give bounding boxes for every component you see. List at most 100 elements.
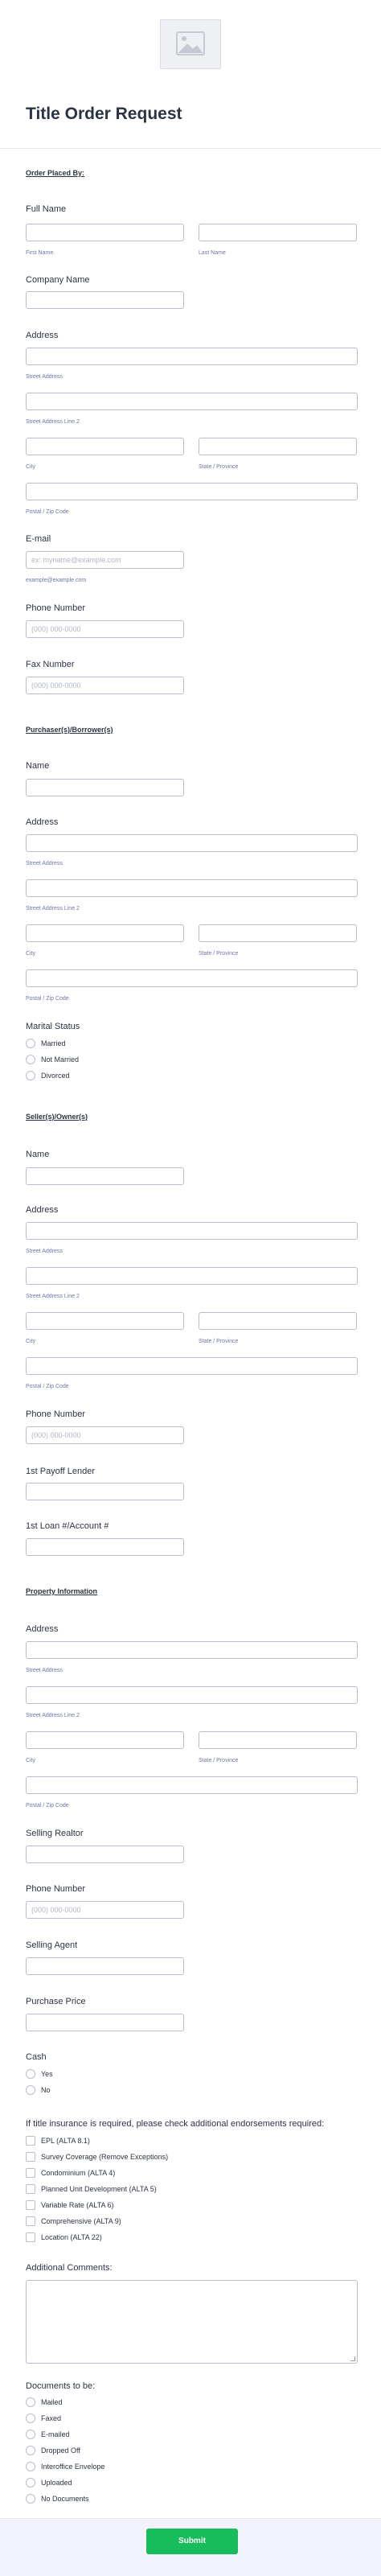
documents-option-label: Mailed [41,2398,63,2406]
city-input[interactable] [26,438,184,455]
seller-name-input[interactable] [26,1167,184,1185]
marital-radio-not-married[interactable] [26,1055,35,1064]
purchaser-name-label: Name [26,761,50,771]
purchaser-street-2-input[interactable] [26,879,358,897]
first-name-input[interactable] [26,224,184,241]
street-address-2-sublabel: Street Address Line 2 [26,419,80,425]
selling-agent-label: Selling Agent [26,1940,78,1950]
endorsement-option-label: Survey Coverage (Remove Exceptions) [41,2153,169,2161]
property-postal-input[interactable] [26,1776,358,1794]
purchase-price-input[interactable] [26,2014,184,2031]
loan-account-input[interactable] [26,1538,184,1556]
documents-radio[interactable] [26,2413,35,2423]
postal-code-sublabel: Postal / Zip Code [26,509,69,515]
form-logo-image [160,19,221,69]
seller-phone-label: Phone Number [26,1409,85,1419]
cash-radio-yes[interactable] [26,2069,35,2079]
street-address-sublabel: Street Address [26,374,63,380]
marital-radio-married[interactable] [26,1039,35,1048]
state-input[interactable] [199,438,357,455]
image-placeholder-icon [176,31,205,56]
property-street-2-sublabel: Street Address Line 2 [26,1713,80,1718]
postal-code-input[interactable] [26,483,358,500]
endorsement-checkbox[interactable] [26,2184,35,2194]
purchaser-name-input[interactable] [26,779,184,796]
cash-option-label: Yes [41,2070,53,2078]
loan-account-label: 1st Loan #/Account # [26,1521,109,1531]
documents-option-label: E-mailed [41,2430,70,2438]
seller-state-input[interactable] [199,1312,357,1330]
seller-name-label: Name [26,1150,50,1159]
cash-label: Cash [26,2052,47,2062]
comments-textarea[interactable] [26,2280,358,2364]
street-address-input[interactable] [26,348,358,365]
cash-radio-no[interactable] [26,2085,35,2095]
property-state-input[interactable] [199,1731,357,1749]
purchase-price-label: Purchase Price [26,1997,86,2006]
seller-phone-input[interactable]: (000) 000-0000 [26,1426,184,1444]
endorsement-checkbox[interactable] [26,2232,35,2242]
purchaser-postal-sublabel: Postal / Zip Code [26,996,69,1002]
state-sublabel: State / Province [199,464,239,470]
documents-radio[interactable] [26,2462,35,2471]
endorsement-checkbox[interactable] [26,2136,35,2146]
marital-option-label: Divorced [41,1072,70,1080]
documents-option-label: Faxed [41,2414,62,2422]
fax-input[interactable]: (000) 000-0000 [26,677,184,694]
purchaser-state-input[interactable] [199,924,357,942]
property-phone-input[interactable]: (000) 000-0000 [26,1901,184,1919]
seller-city-input[interactable] [26,1312,184,1330]
documents-radio[interactable] [26,2446,35,2455]
documents-radio[interactable] [26,2494,35,2504]
company-name-label: Company Name [26,275,90,285]
address-label: Address [26,331,59,340]
endorsement-checkbox[interactable] [26,2168,35,2178]
email-input[interactable]: ex: myname@example.com [26,551,184,569]
phone-input[interactable]: (000) 000-0000 [26,620,184,638]
seller-street-input[interactable] [26,1222,358,1240]
property-address-label: Address [26,1624,59,1634]
seller-address-label: Address [26,1205,59,1215]
property-street-input[interactable] [26,1641,358,1659]
documents-radio[interactable] [26,2430,35,2439]
purchaser-city-sublabel: City [26,951,36,957]
documents-radio[interactable] [26,2478,35,2488]
documents-option-label: Uploaded [41,2479,72,2487]
email-sublabel: example@example.com [26,578,87,583]
seller-state-sublabel: State / Province [199,1339,239,1344]
purchaser-street-2-sublabel: Street Address Line 2 [26,906,80,911]
submit-button[interactable]: Submit [146,2529,238,2554]
selling-agent-input[interactable] [26,1957,184,1975]
street-address-2-input[interactable] [26,393,358,410]
purchaser-city-input[interactable] [26,924,184,942]
property-city-input[interactable] [26,1731,184,1749]
last-name-input[interactable] [199,224,357,241]
email-label: E-mail [26,534,51,544]
seller-postal-input[interactable] [26,1357,358,1375]
full-name-label: Full Name [26,204,67,214]
endorsement-checkbox[interactable] [26,2216,35,2226]
purchaser-postal-input[interactable] [26,969,358,987]
endorsement-option-label: Location (ALTA 22) [41,2233,102,2241]
property-street-sublabel: Street Address [26,1668,63,1673]
company-name-input[interactable] [26,291,184,309]
endorsement-checkbox[interactable] [26,2152,35,2162]
marital-radio-divorced[interactable] [26,1071,35,1080]
property-street-2-input[interactable] [26,1686,358,1704]
property-postal-sublabel: Postal / Zip Code [26,1803,69,1809]
documents-radio[interactable] [26,2397,35,2407]
payoff-lender-input[interactable] [26,1483,184,1500]
seller-street-2-input[interactable] [26,1267,358,1285]
selling-realtor-label: Selling Realtor [26,1829,84,1838]
header-divider [0,148,381,149]
endorsement-checkbox[interactable] [26,2200,35,2210]
section-purchaser: Purchaser(s)/Borrower(s) [26,726,113,734]
documents-label: Documents to be: [26,2381,96,2391]
seller-street-2-sublabel: Street Address Line 2 [26,1294,80,1299]
seller-street-sublabel: Street Address [26,1249,63,1254]
purchaser-street-sublabel: Street Address [26,861,63,866]
selling-realtor-input[interactable] [26,1846,184,1863]
purchaser-address-label: Address [26,817,59,827]
purchaser-street-input[interactable] [26,834,358,852]
payoff-lender-label: 1st Payoff Lender [26,1467,96,1476]
